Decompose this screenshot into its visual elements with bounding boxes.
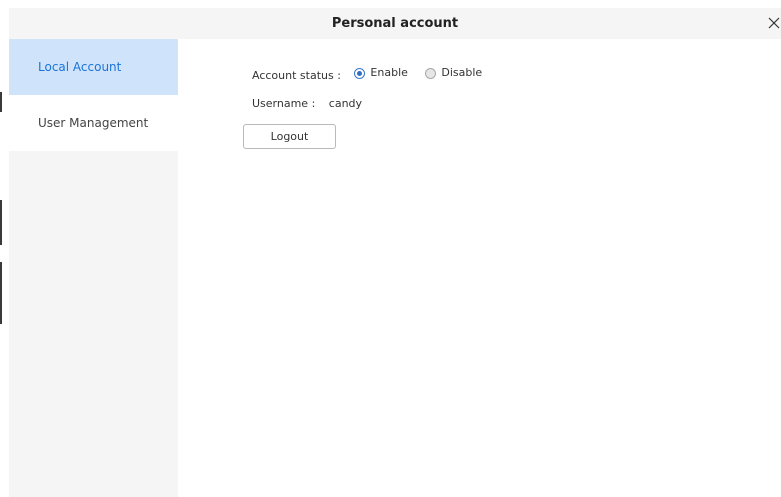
account-status-radio-group: Enable Disable: [354, 65, 496, 84]
main-content: Account status : Enable Disable Username…: [178, 39, 781, 497]
sidebar: Local Account User Management: [9, 39, 178, 497]
edge-mark: [0, 200, 2, 245]
edge-mark: [0, 92, 2, 112]
title-bar: Personal account: [9, 8, 781, 39]
username-label: Username :: [252, 97, 316, 110]
account-status-label: Account status :: [252, 68, 341, 82]
personal-account-window: Personal account Local Account User Mana…: [0, 0, 781, 497]
disable-radio[interactable]: Disable: [425, 65, 482, 81]
username-row: Username : candy: [252, 96, 362, 112]
edge-mark: [0, 262, 2, 324]
close-icon: [768, 17, 780, 29]
window-title: Personal account: [331, 16, 459, 31]
sidebar-item-local-account[interactable]: Local Account: [9, 39, 178, 95]
sidebar-item-user-management[interactable]: User Management: [9, 95, 178, 151]
radio-disabled-icon: [425, 67, 437, 79]
sidebar-item-label: Local Account: [38, 60, 122, 74]
logout-button[interactable]: Logout: [243, 124, 336, 149]
radio-selected-icon: [354, 67, 366, 79]
account-status-row: Account status : Enable Disable: [252, 65, 496, 84]
disable-radio-label: Disable: [441, 66, 483, 79]
enable-radio[interactable]: Enable: [354, 65, 408, 81]
enable-radio-label: Enable: [370, 66, 408, 79]
close-button[interactable]: [765, 14, 781, 32]
sidebar-item-label: User Management: [38, 116, 149, 130]
username-value: candy: [328, 97, 363, 110]
window-left-edge: [0, 0, 9, 497]
